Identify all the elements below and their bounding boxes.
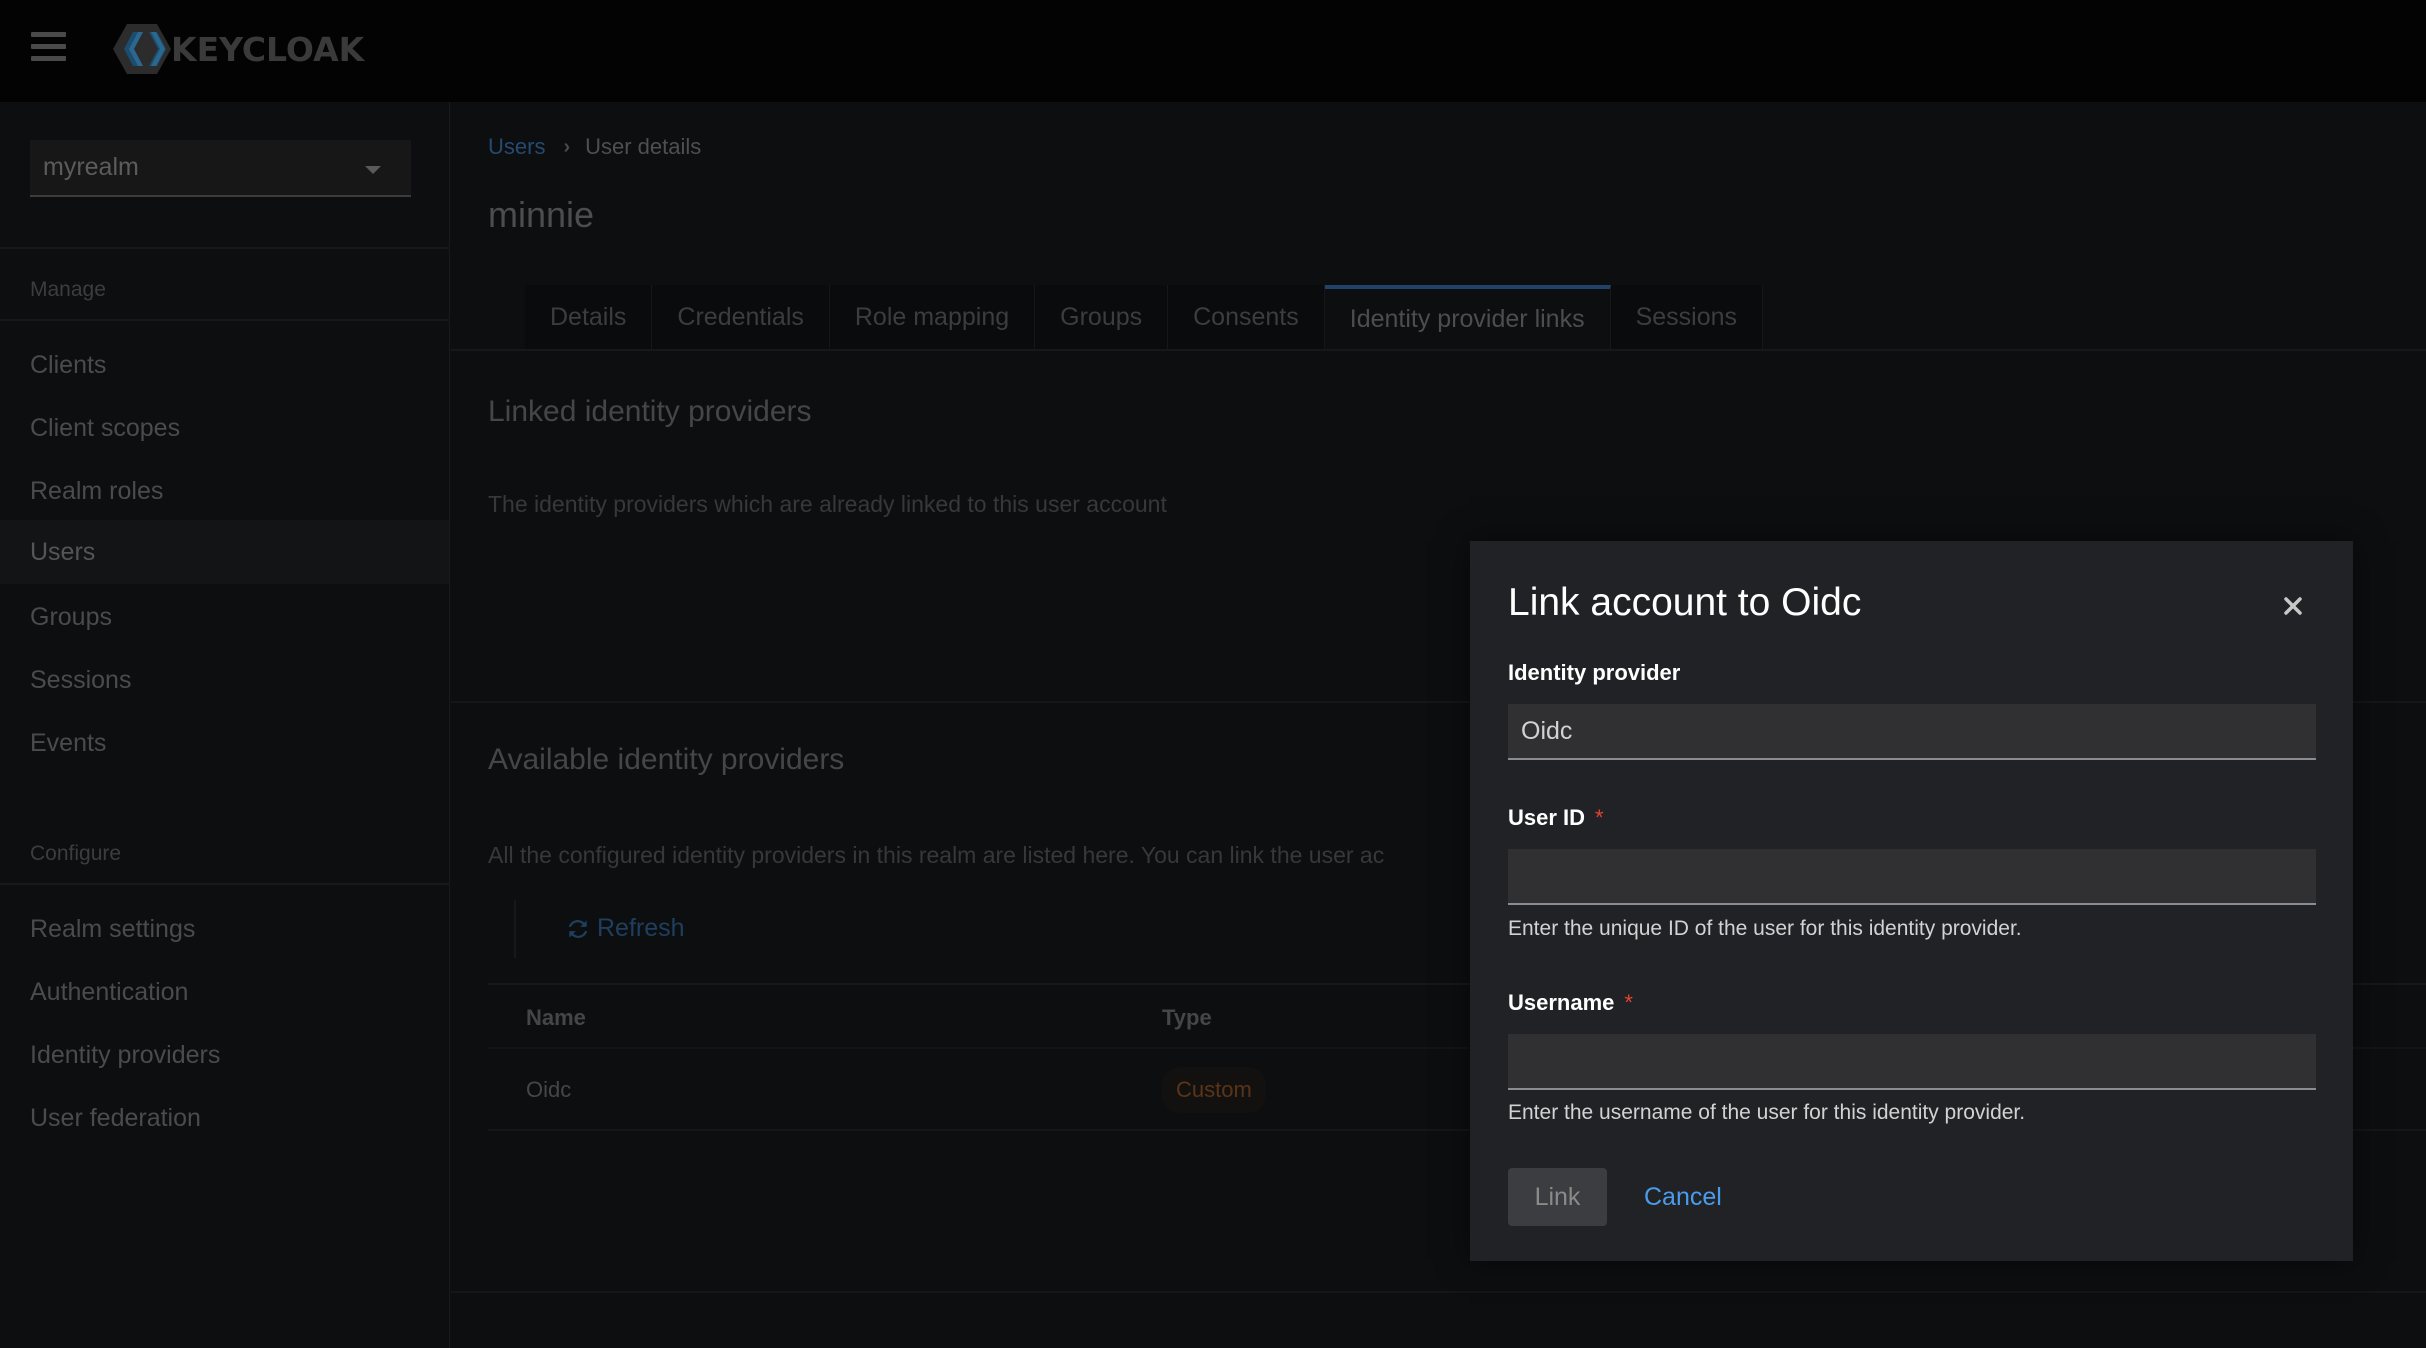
modal-title: Link account to Oidc xyxy=(1508,581,1862,624)
linked-idp-description: The identity providers which are already… xyxy=(488,491,1167,517)
user-id-field[interactable] xyxy=(1508,849,2316,905)
brand-name: KEYCLOAK xyxy=(171,29,365,69)
tab-sessions[interactable]: Sessions xyxy=(1610,285,1764,349)
identity-provider-field[interactable] xyxy=(1508,704,2316,760)
column-header-name[interactable]: Name xyxy=(526,1005,586,1031)
sidebar: myrealm Manage Clients Client scopes Rea… xyxy=(0,102,450,1348)
sync-icon xyxy=(568,919,588,938)
username-label: Username * xyxy=(1508,990,1633,1016)
available-idp-description: All the configured identity providers in… xyxy=(488,842,1385,868)
hamburger-menu-icon[interactable] xyxy=(31,30,66,62)
sidebar-item-events[interactable]: Events xyxy=(0,713,449,773)
link-button[interactable]: Link xyxy=(1508,1168,1607,1226)
breadcrumb-users-link[interactable]: Users xyxy=(488,134,545,160)
sidebar-item-user-federation[interactable]: User federation xyxy=(0,1088,449,1148)
user-id-label-text: User ID xyxy=(1508,805,1586,830)
required-marker: * xyxy=(1624,990,1633,1015)
nav-group-configure: Configure xyxy=(30,842,122,865)
tab-consents[interactable]: Consents xyxy=(1168,285,1325,349)
username-field[interactable] xyxy=(1508,1034,2316,1090)
tab-details[interactable]: Details xyxy=(525,285,653,349)
required-marker: * xyxy=(1595,805,1604,830)
keycloak-logo-icon xyxy=(113,24,175,74)
refresh-button[interactable]: Refresh xyxy=(565,914,685,943)
sidebar-item-clients[interactable]: Clients xyxy=(0,335,449,395)
available-idp-title: Available identity providers xyxy=(488,743,845,776)
nav-divider xyxy=(0,319,450,321)
breadcrumb-current: User details xyxy=(585,134,702,159)
link-account-modal: Link account to Oidc Identity provider U… xyxy=(1470,541,2353,1261)
sidebar-item-sessions[interactable]: Sessions xyxy=(0,650,449,710)
nav-divider xyxy=(0,883,450,885)
breadcrumb: Users › User details xyxy=(488,134,701,160)
close-icon[interactable] xyxy=(2278,591,2308,621)
type-badge: Custom xyxy=(1162,1067,1266,1113)
sidebar-item-identity-providers[interactable]: Identity providers xyxy=(0,1025,449,1085)
sidebar-item-users[interactable]: Users xyxy=(0,520,449,584)
masthead: KEYCLOAK xyxy=(0,0,2426,102)
realm-selector[interactable]: myrealm xyxy=(30,140,411,197)
toolbar-separator xyxy=(514,900,516,958)
brand-logo[interactable]: KEYCLOAK xyxy=(113,24,364,74)
page-title: minnie xyxy=(488,194,595,235)
chevron-right-icon: › xyxy=(563,135,571,158)
nav-group-manage: Manage xyxy=(30,278,106,301)
tab-credentials[interactable]: Credentials xyxy=(652,285,830,349)
sidebar-item-groups[interactable]: Groups xyxy=(0,587,449,647)
sidebar-item-client-scopes[interactable]: Client scopes xyxy=(0,398,449,458)
realm-selector-value: myrealm xyxy=(43,153,139,181)
user-id-label: User ID * xyxy=(1508,805,1604,831)
section-divider xyxy=(451,1291,2426,1293)
cell-name: Oidc xyxy=(526,1077,572,1102)
tab-identity-provider-links[interactable]: Identity provider links xyxy=(1324,285,1611,349)
user-id-helper: Enter the unique ID of the user for this… xyxy=(1508,917,2022,940)
sidebar-item-realm-roles[interactable]: Realm roles xyxy=(0,461,449,521)
sidebar-item-realm-settings[interactable]: Realm settings xyxy=(0,899,449,959)
tab-bar: Details Credentials Role mapping Groups … xyxy=(525,285,1764,349)
username-label-text: Username xyxy=(1508,990,1615,1015)
refresh-label: Refresh xyxy=(597,914,685,942)
cancel-button[interactable]: Cancel xyxy=(1644,1168,1722,1226)
column-header-type[interactable]: Type xyxy=(1162,1005,1212,1031)
tab-groups[interactable]: Groups xyxy=(1035,285,1169,349)
tab-role-mapping[interactable]: Role mapping xyxy=(829,285,1036,349)
linked-idp-title: Linked identity providers xyxy=(488,395,812,428)
sidebar-item-authentication[interactable]: Authentication xyxy=(0,962,449,1022)
nav-divider xyxy=(0,247,450,249)
caret-down-icon xyxy=(365,166,381,174)
username-helper: Enter the username of the user for this … xyxy=(1508,1101,2026,1124)
identity-provider-label: Identity provider xyxy=(1508,660,1681,685)
